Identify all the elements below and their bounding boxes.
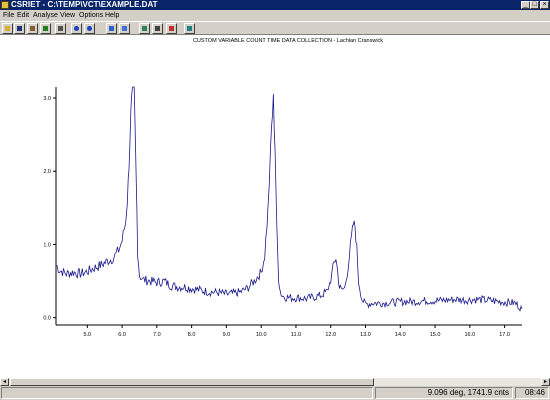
menu-analyse[interactable]: Analyse [33, 10, 58, 21]
peak-search-icon[interactable] [106, 23, 117, 34]
zoom-in-icon[interactable] [71, 23, 82, 34]
x-tick-label: 14.0 [395, 332, 406, 338]
camera-icon[interactable] [152, 23, 163, 34]
plot-area[interactable]: CUSTOM VARIABLE COUNT TIME DATA COLLECTI… [0, 35, 550, 377]
y-tick-label: 0.0 [43, 316, 51, 322]
chart-title: CUSTOM VARIABLE COUNT TIME DATA COLLECTI… [193, 38, 383, 44]
y-tick-label: 2.0 [43, 169, 51, 175]
scroll-right-button[interactable]: ▸ [541, 378, 550, 386]
zoom-out-icon[interactable] [84, 23, 95, 34]
status-bar: 9.096 deg, 1741.9 cnts 08:46 [0, 386, 550, 400]
y-tick-label: 1.0 [43, 242, 51, 248]
export-icon[interactable] [184, 23, 195, 34]
data-view-icon[interactable] [139, 23, 150, 34]
app-icon [1, 1, 9, 9]
clock: 08:46 [515, 387, 549, 399]
menu-edit[interactable]: Edit [17, 10, 29, 21]
status-panel-message [1, 387, 373, 399]
print-icon[interactable] [55, 23, 66, 34]
pencil-icon[interactable] [27, 23, 38, 34]
x-tick-label: 7.0 [153, 332, 161, 338]
toolbar [0, 21, 550, 35]
x-tick-label: 11.0 [291, 332, 301, 338]
cursor-readout: 9.096 deg, 1741.9 cnts [375, 387, 513, 399]
run-icon[interactable] [40, 23, 51, 34]
y-ticks: 0.0 1.0 2.0 3.0 [43, 96, 56, 322]
window-title: CSRIET - C:\TEMP\VCT\EXAMPLE.DAT [11, 0, 158, 9]
menu-view[interactable]: View [60, 10, 75, 21]
open-folder-icon[interactable] [2, 23, 13, 34]
x-ticks: 5.0 6.0 7.0 8.0 9.0 10.0 11.0 12.0 13.0 14.0 15.0 1… [83, 325, 510, 338]
minimize-button[interactable]: _ [521, 1, 530, 9]
pattern-icon[interactable] [119, 23, 130, 34]
x-tick-label: 15.0 [430, 332, 441, 338]
x-tick-label: 6.0 [118, 332, 126, 338]
x-tick-label: 17.0 [499, 332, 510, 338]
x-tick-label: 16.0 [464, 332, 475, 338]
x-tick-label: 5.0 [83, 332, 91, 338]
series-line [55, 86, 523, 312]
scrollbar-thumb[interactable] [10, 378, 374, 386]
x-tick-label: 12.0 [325, 332, 336, 338]
menu-options[interactable]: Options [79, 10, 103, 21]
close-button[interactable]: × [540, 1, 549, 9]
x-tick-label: 13.0 [360, 332, 371, 338]
menu-file[interactable]: File [3, 10, 14, 21]
menu-help[interactable]: Help [105, 10, 119, 21]
chart: CUSTOM VARIABLE COUNT TIME DATA COLLECTI… [43, 38, 523, 338]
x-tick-label: 9.0 [223, 332, 231, 338]
scroll-left-button[interactable]: ◂ [0, 378, 9, 386]
x-tick-label: 8.0 [188, 332, 196, 338]
x-tick-label: 10.0 [256, 332, 267, 338]
save-icon[interactable] [14, 23, 25, 34]
delete-icon[interactable] [166, 23, 177, 34]
maximize-button[interactable]: □ [530, 1, 539, 9]
title-bar: CSRIET - C:\TEMP\VCT\EXAMPLE.DAT _ □ × [0, 0, 550, 10]
y-tick-label: 3.0 [43, 96, 51, 102]
horizontal-scrollbar[interactable]: ◂ ▸ [0, 377, 550, 386]
menu-bar: File Edit Analyse View Options Help [0, 10, 550, 21]
